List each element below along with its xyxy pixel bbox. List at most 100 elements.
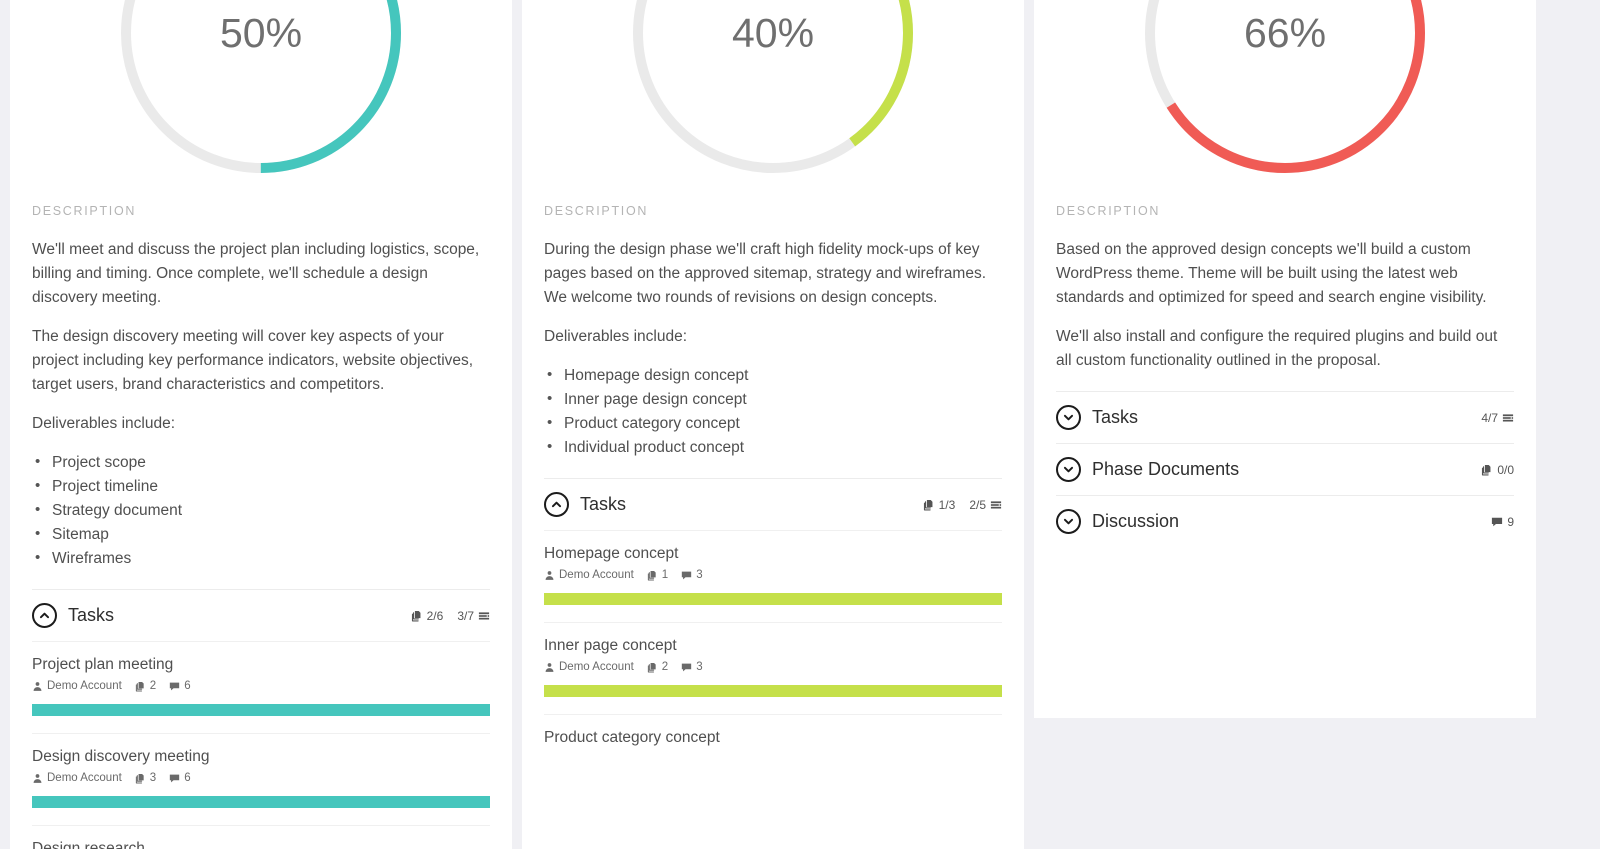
phase-accordion: Tasks 2/6 3/7 Project plan meeting Demo Acco… bbox=[32, 589, 490, 849]
assignee-name: Demo Account bbox=[47, 680, 122, 693]
task-meta: Demo Account 3 6 bbox=[32, 772, 490, 784]
files-icon bbox=[647, 570, 658, 581]
task-name: Product category concept bbox=[544, 729, 720, 747]
meta-value: 1/3 bbox=[938, 497, 956, 512]
user-icon bbox=[32, 681, 43, 692]
deliverables-list: Project scopeProject timelineStrategy do… bbox=[32, 450, 490, 571]
task-row[interactable]: Project plan meeting Demo Account 2 6 bbox=[32, 641, 490, 733]
accordion-header-tasks[interactable]: Tasks 2/6 3/7 bbox=[32, 590, 490, 641]
meta-value: 3/7 bbox=[457, 608, 474, 623]
files-count: 0/0 bbox=[1481, 463, 1514, 477]
phase-progress-donut: 40% bbox=[522, 0, 1024, 178]
meta-value: 2/5 bbox=[969, 497, 986, 512]
files-icon bbox=[923, 499, 935, 511]
files-count: 1/3 bbox=[923, 497, 956, 512]
task-name: Design discovery meeting bbox=[32, 748, 210, 766]
task-assignee: Demo Account bbox=[32, 680, 122, 692]
accordion-meta: 2/6 3/7 bbox=[411, 609, 490, 623]
task-progress-track bbox=[544, 593, 1002, 606]
description-paragraph: Based on the approved design concepts we… bbox=[1056, 241, 1487, 307]
phase-description: Based on the approved design concepts we… bbox=[1056, 238, 1514, 373]
phase-card-body: DESCRIPTION Based on the approved design … bbox=[1034, 204, 1536, 547]
accordion-title: Tasks bbox=[580, 494, 627, 515]
phase-card-body: DESCRIPTION During the design phase we'll… bbox=[522, 204, 1024, 757]
phase-accordion: Tasks 4/7 Phase Documents 0/0 Discussion 9 bbox=[1056, 391, 1514, 547]
chevron-up-icon[interactable] bbox=[544, 492, 569, 518]
task-progress-fill bbox=[544, 685, 1002, 698]
phase-progress-label: 40% bbox=[731, 10, 815, 56]
comment-icon bbox=[1491, 516, 1503, 528]
task-progress-fill bbox=[544, 593, 1002, 606]
accordion-title: Discussion bbox=[1092, 511, 1180, 532]
task-files-count: 2 bbox=[135, 680, 156, 692]
chevron-down-icon[interactable] bbox=[1056, 457, 1081, 483]
user-icon bbox=[544, 570, 555, 581]
accordion-header-tasks[interactable]: Tasks 1/3 2/5 bbox=[544, 479, 1002, 530]
description-paragraph: We'll meet and discuss the project plan … bbox=[32, 241, 480, 307]
task-name: Project plan meeting bbox=[32, 656, 174, 674]
description-label: DESCRIPTION bbox=[32, 204, 137, 218]
comment-icon bbox=[681, 662, 692, 673]
files-value: 3 bbox=[149, 772, 157, 785]
task-name: Homepage concept bbox=[544, 545, 679, 563]
deliverable-item: Inner page design concept bbox=[544, 387, 1002, 412]
deliverable-item: Strategy document bbox=[32, 498, 490, 523]
user-icon bbox=[32, 773, 43, 784]
phase-progress-donut: 50% bbox=[10, 0, 512, 178]
comment-icon bbox=[169, 681, 180, 692]
task-meta: Demo Account 2 6 bbox=[32, 680, 490, 692]
chevron-up-icon[interactable] bbox=[32, 603, 57, 629]
accordion-section: Phase Documents 0/0 bbox=[1056, 443, 1514, 495]
comment-icon bbox=[681, 570, 692, 581]
task-files-count: 1 bbox=[647, 569, 668, 581]
task-meta: Demo Account 2 3 bbox=[544, 661, 1002, 673]
chevron-down-icon[interactable] bbox=[1056, 405, 1081, 431]
assignee-name: Demo Account bbox=[559, 661, 634, 674]
task-assignee: Demo Account bbox=[32, 772, 122, 784]
accordion-header-tasks[interactable]: Tasks 4/7 bbox=[1056, 392, 1514, 443]
files-icon bbox=[647, 662, 658, 673]
task-progress-track bbox=[32, 796, 490, 809]
phase-accordion: Tasks 1/3 2/5 Homepage concept Demo Account 1… bbox=[544, 478, 1002, 757]
assignee-name: Demo Account bbox=[47, 772, 122, 785]
accordion-meta: 1/3 2/5 bbox=[923, 498, 1002, 512]
task-meta: Demo Account 1 3 bbox=[544, 569, 1002, 581]
phase-card: 66% DESCRIPTION Based on the approved desi… bbox=[1034, 0, 1536, 718]
description-paragraph: Deliverables include: bbox=[32, 415, 176, 433]
task-comments-count: 3 bbox=[681, 569, 703, 581]
task-comments-count: 3 bbox=[681, 661, 703, 674]
task-row[interactable]: Inner page concept Demo Account 2 3 bbox=[544, 622, 1002, 714]
task-files-count: 3 bbox=[135, 772, 156, 784]
chevron-down-icon[interactable] bbox=[1056, 509, 1081, 535]
accordion-title: Tasks bbox=[68, 605, 115, 626]
task-row[interactable]: Homepage concept Demo Account 1 3 bbox=[544, 530, 1002, 622]
task-row-spacer bbox=[544, 605, 1002, 622]
comments-value: 3 bbox=[696, 661, 703, 674]
deliverable-item: Wireframes bbox=[32, 546, 490, 571]
comment-icon bbox=[169, 773, 180, 784]
task-row[interactable]: Design research bbox=[32, 825, 490, 849]
task-row-spacer bbox=[544, 697, 1002, 714]
deliverables-list: Homepage design conceptInner page design… bbox=[544, 363, 1002, 460]
task-row[interactable]: Design discovery meeting Demo Account 3 6 bbox=[32, 733, 490, 825]
accordion-header-phase-documents[interactable]: Phase Documents 0/0 bbox=[1056, 444, 1514, 495]
phase-description: During the design phase we'll craft high… bbox=[544, 238, 1002, 460]
deliverable-item: Individual product concept bbox=[544, 435, 1002, 460]
description-paragraph: During the design phase we'll craft high… bbox=[544, 241, 987, 307]
tasks-list-icon bbox=[1502, 412, 1514, 424]
task-progress-track bbox=[544, 685, 1002, 698]
accordion-header-discussion[interactable]: Discussion 9 bbox=[1056, 496, 1514, 547]
files-icon bbox=[1481, 464, 1493, 476]
deliverable-item: Project timeline bbox=[32, 474, 490, 499]
files-icon bbox=[135, 681, 146, 692]
task-row[interactable]: Product category concept bbox=[544, 714, 1002, 747]
phase-card: 40% DESCRIPTION During the design phase we… bbox=[522, 0, 1024, 849]
accordion-meta: 9 bbox=[1491, 515, 1514, 529]
files-icon bbox=[411, 610, 423, 622]
meta-value: 4/7 bbox=[1481, 410, 1498, 425]
accordion-section: Discussion 9 bbox=[1056, 495, 1514, 547]
tasks-list-count: 3/7 bbox=[457, 609, 490, 623]
task-assignee: Demo Account bbox=[544, 569, 634, 581]
task-comments-count: 6 bbox=[169, 680, 191, 692]
files-value: 1 bbox=[661, 569, 669, 582]
